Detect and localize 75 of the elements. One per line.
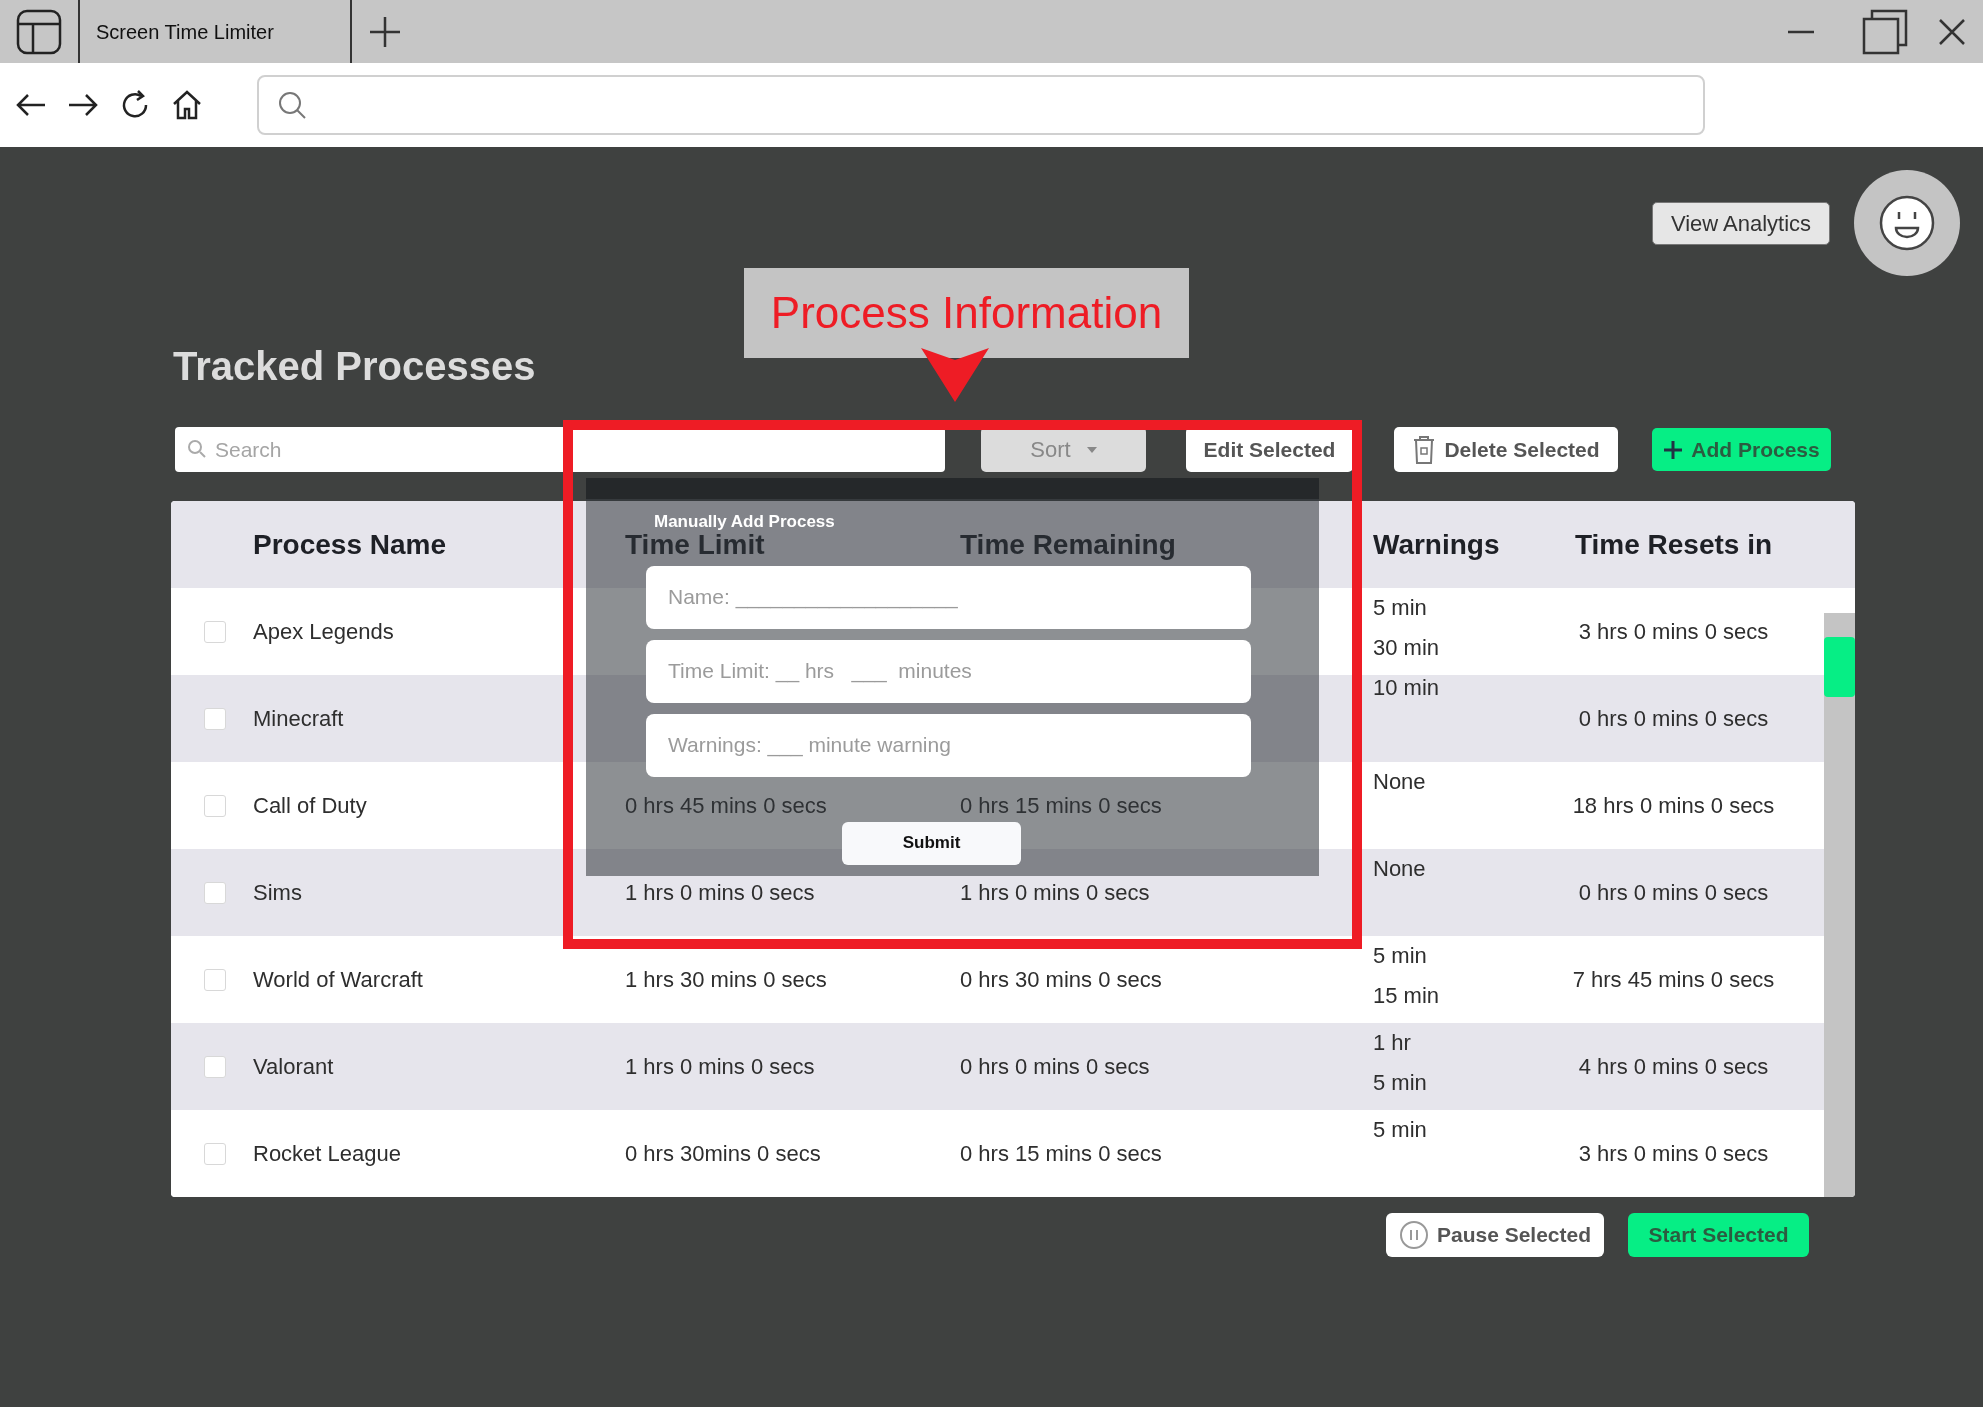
checkbox[interactable]: [204, 881, 226, 904]
scrollbar-thumb[interactable]: [1824, 637, 1855, 697]
reset-time: 3 hrs 0 mins 0 secs: [1578, 618, 1769, 646]
checkbox[interactable]: [204, 968, 226, 991]
checkbox[interactable]: [204, 620, 226, 643]
column-header: Warnings: [1373, 528, 1500, 560]
warning-time: 30 min: [1373, 634, 1440, 662]
time-remaining: 0 hrs 15 mins 0 secs: [960, 793, 1162, 818]
reset-time: 3 hrs 0 mins 0 secs: [1578, 1140, 1769, 1168]
time-limit: 0 hrs 45 mins 0 secs: [625, 793, 827, 818]
browser-layout-icon[interactable]: [16, 8, 62, 55]
input-field[interactable]: Name: ___________________: [646, 565, 1251, 629]
warning-time: 5 min: [1373, 942, 1427, 970]
column-header: Time Remaining: [960, 528, 1176, 560]
checkbox[interactable]: [204, 1142, 226, 1165]
edit-selected-button[interactable]: Edit Selected: [1186, 427, 1353, 472]
dialog-title: Manually Add Process: [654, 512, 835, 531]
home-icon[interactable]: [171, 89, 203, 121]
time-remaining: 0 hrs 15 mins 0 secs: [960, 1141, 1162, 1166]
submit-button[interactable]: Submit: [842, 821, 1021, 865]
time-remaining: 0 hrs 30 mins 0 secs: [960, 967, 1162, 992]
start-selected-button[interactable]: Start Selected: [1628, 1213, 1809, 1257]
process-name: Sims: [253, 880, 302, 905]
pause-icon: [1398, 1220, 1429, 1250]
process-name: Call of Duty: [253, 793, 367, 818]
restore-icon[interactable]: [1862, 8, 1908, 55]
trash-icon: [1412, 434, 1437, 465]
checkbox[interactable]: [204, 707, 226, 730]
checkbox[interactable]: [204, 1055, 226, 1078]
warning-time: None: [1373, 855, 1426, 883]
warning-time: 1 hr: [1373, 1029, 1411, 1057]
time-remaining: 1 hrs 0 mins 0 secs: [960, 880, 1150, 905]
process-name: Rocket League: [253, 1141, 401, 1166]
time-limit: 1 hrs 0 mins 0 secs: [625, 880, 815, 905]
checkbox[interactable]: [204, 794, 226, 817]
add-process-button[interactable]: Add Process: [1652, 428, 1831, 471]
reset-time: 7 hrs 45 mins 0 secs: [1572, 966, 1775, 994]
view-analytics-button[interactable]: View Analytics: [1652, 201, 1830, 245]
reset-time: 0 hrs 0 mins 0 secs: [1578, 879, 1769, 907]
input-field[interactable]: Warnings: ___ minute warning: [646, 713, 1251, 777]
warning-time: 5 min: [1373, 1116, 1427, 1144]
reset-time: 0 hrs 0 mins 0 secs: [1578, 705, 1769, 733]
scrollbar[interactable]: [1824, 613, 1855, 1197]
warning-time: 5 min: [1373, 1069, 1427, 1097]
process-name: Valorant: [253, 1054, 334, 1079]
search-icon: [187, 439, 207, 459]
column-header: Time Resets in: [1574, 528, 1773, 561]
process-name: Minecraft: [253, 706, 344, 731]
reset-time: 4 hrs 0 mins 0 secs: [1578, 1053, 1769, 1081]
caret-icon: [1086, 446, 1097, 453]
column-header: Process Name: [253, 528, 446, 560]
time-limit: 1 hrs 30 mins 0 secs: [625, 967, 827, 992]
callout-label: Process Information: [744, 268, 1189, 358]
search-icon: [277, 90, 307, 120]
reset-time: 18 hrs 0 mins 0 secs: [1572, 792, 1775, 820]
warning-time: 15 min: [1373, 982, 1440, 1010]
smiley-icon: [1879, 195, 1935, 251]
time-limit: 1 hrs 0 mins 0 secs: [625, 1054, 815, 1079]
minimize-icon[interactable]: [1788, 29, 1814, 34]
pause-selected-button[interactable]: Pause Selected: [1386, 1213, 1604, 1257]
pointer-arrow: [921, 348, 989, 402]
time-limit: 0 hrs 30mins 0 secs: [625, 1141, 821, 1166]
process-name: World of Warcraft: [253, 967, 423, 992]
input-field[interactable]: Time Limit: __ hrs ___ minutes: [646, 639, 1251, 703]
close-icon[interactable]: [1938, 17, 1966, 46]
time-remaining: 0 hrs 0 mins 0 secs: [960, 1054, 1150, 1079]
warning-time: None: [1373, 768, 1426, 796]
plus-icon[interactable]: [368, 14, 402, 49]
process-name: Apex Legends: [253, 619, 394, 644]
warning-time: 5 min: [1373, 594, 1427, 622]
warning-time: 10 min: [1373, 674, 1440, 702]
delete-selected-button[interactable]: Delete Selected: [1394, 427, 1618, 472]
search-field[interactable]: Search: [175, 427, 945, 472]
page-title: Tracked Processes: [173, 343, 536, 390]
plus-icon: [1663, 439, 1684, 460]
